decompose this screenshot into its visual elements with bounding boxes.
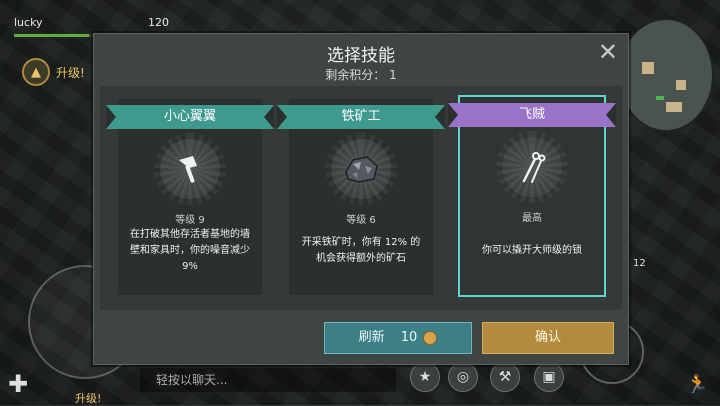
refresh-label: 刷新 <box>358 330 385 345</box>
skill-card-description: 你可以撬开大师级的锁 <box>482 245 582 256</box>
backpack-icon[interactable]: ▣ <box>534 362 564 392</box>
player-hp-value: 120 <box>148 16 169 29</box>
sprint-icon[interactable]: 🏃 <box>686 374 708 395</box>
minimap-building <box>676 80 686 90</box>
ammo-count: 12 <box>633 258 646 269</box>
badge-icon[interactable]: ★ <box>410 362 440 392</box>
minimap-building <box>642 62 654 74</box>
minimap-building <box>666 102 682 112</box>
skill-card-level: 等级 6 <box>346 215 376 226</box>
remaining-points: 剩余积分： 1 <box>94 66 628 83</box>
coins-icon[interactable]: ◎ <box>448 362 478 392</box>
minimap-player-marker <box>656 96 664 100</box>
skill-card-level: 最高 <box>522 213 542 224</box>
level-up-label: 升级! <box>56 65 85 80</box>
axe-icon <box>154 133 226 205</box>
plus-icon[interactable]: ✚ <box>8 370 28 398</box>
confirm-button[interactable]: 确认 <box>482 322 614 354</box>
skill-card-title: 铁矿工 <box>277 105 445 129</box>
skill-card-title: 小心翼翼 <box>106 105 274 129</box>
level-up-button[interactable]: ▲ 升级! <box>22 58 85 86</box>
crafting-icon[interactable]: ⚒ <box>490 362 520 392</box>
chat-input[interactable]: 轻按以聊天... <box>140 368 396 392</box>
skill-select-dialog: 选择技能 剩余积分： 1 ✕ 小心翼翼 等级 9 在打破其他存活者基地的墙壁和家… <box>93 33 629 365</box>
dialog-title: 选择技能 <box>327 46 395 66</box>
skill-card-description: 开采铁矿时，你有 12% 的机会获得额外的矿石 <box>301 237 421 264</box>
skill-card-iron-miner[interactable]: 铁矿工 等级 6 开采铁矿时，你有 12% 的机会获得额外的矿石 <box>277 99 445 295</box>
skill-card-level: 等级 9 <box>175 215 205 226</box>
level-up-bottom-label[interactable]: 升级! <box>75 390 101 406</box>
refresh-cost: 10 <box>400 330 418 345</box>
hp-bar-fill <box>14 34 90 37</box>
skill-card-description: 在打破其他存活者基地的墙壁和家具时，你的噪音减少 9% <box>130 229 250 272</box>
skill-card-thief[interactable]: 飞贼 最高 你可以撬开大师级的锁 <box>448 95 616 297</box>
minimap[interactable] <box>618 18 714 132</box>
coin-icon <box>423 330 438 345</box>
points-value: 1 <box>389 68 397 82</box>
refresh-button[interactable]: 刷新 10 <box>324 322 472 354</box>
player-name: lucky <box>14 16 43 29</box>
skill-card-careful[interactable]: 小心翼翼 等级 9 在打破其他存活者基地的墙壁和家具时，你的噪音减少 9% <box>106 99 274 295</box>
arrow-up-icon: ▲ <box>22 58 50 86</box>
points-label: 剩余积分： <box>325 68 386 82</box>
lockpick-icon <box>496 131 568 203</box>
close-icon[interactable]: ✕ <box>598 40 618 64</box>
skill-card-title: 飞贼 <box>448 103 616 127</box>
ore-icon <box>325 133 397 205</box>
